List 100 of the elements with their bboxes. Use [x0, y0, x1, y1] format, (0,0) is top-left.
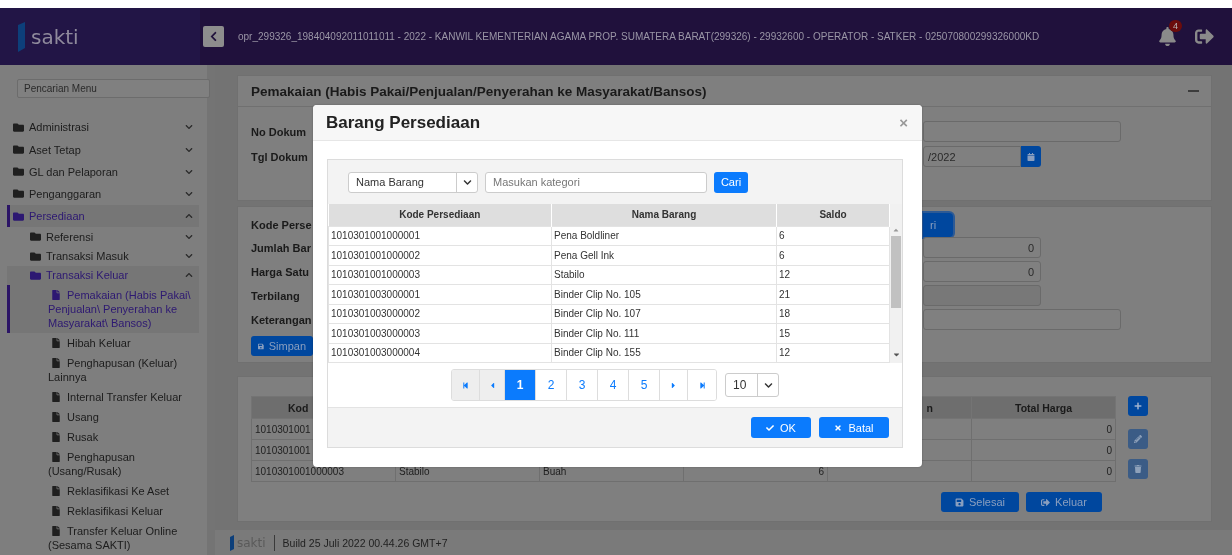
sidebar-item[interactable]: Transaksi Masuk [7, 246, 199, 266]
folder-icon [30, 231, 41, 243]
logout-icon[interactable] [1195, 27, 1214, 46]
chevron-icon [185, 252, 193, 261]
table-cell: 18 [776, 304, 890, 324]
edit-button[interactable] [1128, 429, 1148, 449]
field-label: Harga Satu [251, 265, 310, 278]
text-field[interactable] [923, 309, 1121, 330]
column-header: Nama Barang [551, 204, 777, 226]
table-cell: Binder Clip No. 111 [551, 323, 777, 343]
file-icon [51, 412, 61, 423]
page-title: Pemakaian (Habis Pakai/Penjualan/Penyerahan ke Masyarakat/Bansos) [251, 83, 707, 99]
folder-icon [13, 188, 24, 200]
file-icon [51, 392, 61, 403]
bell-icon[interactable] [1158, 27, 1177, 46]
chevron-icon [208, 31, 219, 42]
check-icon [766, 423, 775, 432]
table-cell: 1010301003000004 [328, 343, 552, 363]
trash-icon [1134, 465, 1142, 473]
close-button[interactable]: × [899, 114, 908, 131]
chevron-icon [185, 212, 193, 221]
field-label: No Dokum [251, 125, 306, 138]
table-cell: 6 [776, 245, 890, 265]
sidebar-item[interactable]: Internal Transfer Keluar [7, 387, 199, 408]
table-cell: Pena Boldliner [551, 226, 777, 246]
save-icon [954, 497, 964, 507]
sidebar-item[interactable]: Usang [7, 407, 199, 428]
add-button[interactable] [1128, 396, 1148, 416]
field-label: Tgl Dokum [251, 150, 308, 163]
sidebar-item[interactable]: Transfer Keluar Online (Sesama SAKTI) [7, 521, 199, 555]
last-icon [698, 381, 706, 389]
search-field[interactable]: Masukan kategori [485, 171, 707, 193]
sidebar-item[interactable]: Rusak [7, 427, 199, 448]
delete-button[interactable] [1128, 459, 1148, 479]
chevron-icon [185, 123, 193, 132]
sidebar-item[interactable]: Transaksi Keluar [7, 265, 199, 286]
sidebar-item[interactable]: Administrasi [7, 116, 199, 139]
save-button[interactable]: Simpan [251, 336, 313, 356]
table-cell: 1010301001000002 [328, 245, 552, 265]
sidebar-item[interactable]: Reklasifikasi Ke Aset [7, 481, 199, 502]
plus-icon [1134, 402, 1142, 410]
sidebar-item[interactable]: Penghapusan (Keluar) Lainnya [7, 353, 199, 388]
table-cell: 1010301001000003 [328, 265, 552, 285]
chevron-icon [185, 145, 193, 154]
scroll-up-icon [892, 226, 900, 234]
sidebar-item[interactable]: Referensi [7, 227, 199, 247]
table-cell: 21 [776, 284, 890, 304]
table-cell: 12 [776, 265, 890, 285]
sidebar-item[interactable]: Persediaan [7, 205, 199, 228]
table-cell: 12 [776, 343, 890, 363]
table-cell: 1010301001000001 [328, 226, 552, 246]
first-icon [462, 381, 469, 389]
cancel-button[interactable]: Batal [819, 417, 889, 438]
save-icon [258, 341, 264, 351]
field-label: Keterangan [251, 313, 312, 326]
folder-icon [13, 144, 24, 156]
filter-select[interactable]: Nama Barang [348, 171, 478, 193]
table-cell: 1010301003000002 [328, 304, 552, 324]
first-page-button[interactable] [452, 370, 480, 400]
column-header: Kode Persediaan [328, 204, 552, 226]
folder-icon [30, 250, 41, 262]
calendar-icon [1027, 152, 1035, 161]
table-cell: Binder Clip No. 105 [551, 284, 777, 304]
field-label: Terbilang [251, 289, 300, 302]
file-icon [51, 506, 61, 517]
chevron-icon [763, 380, 773, 390]
file-icon [51, 452, 61, 463]
sidebar-item[interactable]: Penganggaran [7, 182, 199, 206]
column-header: Saldo [776, 204, 890, 226]
scrollbar-thumb[interactable] [891, 236, 901, 308]
table-cell: Pena Gell Ink [551, 245, 777, 265]
user-info: opr_299326_198404092011011011 - 2022 - KANWIL KEMENTERIAN AGAMA PROP. SUMATERA BARAT(299326) - 29932600 - OPERATOR - SATKER - 025070800299326000KD [238, 31, 1041, 42]
calendar-button[interactable] [1021, 146, 1041, 167]
search-button[interactable]: ri [923, 213, 953, 237]
search-button[interactable]: Cari [714, 171, 748, 193]
menu-search-field[interactable]: Pencarian Menu [17, 79, 210, 99]
page-button[interactable]: 1 [505, 370, 536, 400]
chevron-icon [185, 232, 193, 241]
folder-icon [13, 121, 24, 133]
sidebar-item[interactable]: Aset Tetap [7, 138, 199, 161]
page-size-select[interactable]: 10 [725, 373, 779, 397]
field-label: Jumlah Bar [251, 241, 311, 254]
ok-button[interactable]: OK [751, 417, 811, 438]
sidebar-item[interactable]: Reklasifikasi Keluar [7, 501, 199, 522]
logo: sakti [31, 24, 79, 49]
finish-button[interactable]: Selesai [941, 492, 1019, 512]
sidebar-item[interactable]: Penghapusan (Usang/Rusak) [7, 447, 199, 482]
number-field[interactable]: 0 [923, 261, 1041, 282]
sidebar-item[interactable]: Pemakaian (Habis Pakai\ Penjualan\ Penyerahan ke Masyarakat\ Bansos) [7, 285, 199, 334]
table-cell: 1010301003000003 [328, 323, 552, 343]
sidebar-toggle-button[interactable] [203, 26, 224, 47]
notification-badge: 4 [1169, 20, 1182, 32]
number-field[interactable]: 0 [923, 237, 1041, 258]
sidebar-item[interactable]: Hibah Keluar [7, 333, 199, 354]
exit-button[interactable]: Keluar [1026, 492, 1102, 512]
text-field[interactable] [923, 121, 1121, 142]
sidebar-item[interactable]: GL dan Pelaporan [7, 160, 199, 183]
folder-icon [13, 210, 24, 222]
date-field[interactable]: /2022 [923, 146, 1021, 167]
table-cell: Stabilo [551, 265, 777, 285]
